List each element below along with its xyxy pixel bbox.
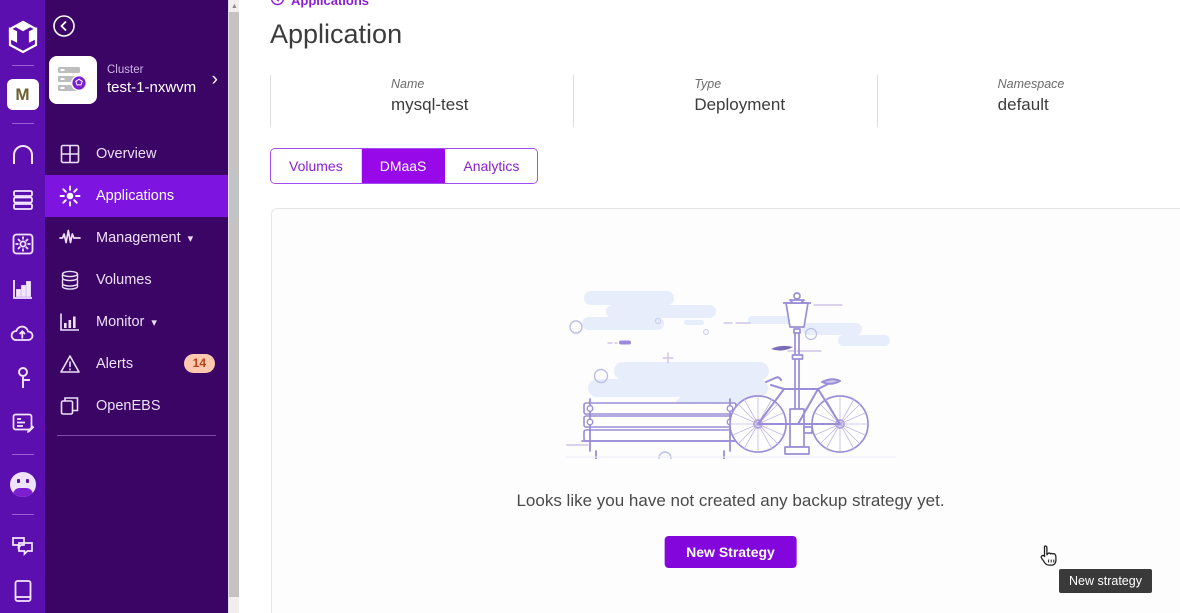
volumes-disk-icon xyxy=(57,267,83,293)
back-arrow-circle-icon[interactable] xyxy=(50,12,78,40)
cluster-server-icon xyxy=(49,56,97,104)
notes-edit-icon[interactable] xyxy=(7,407,39,438)
dmaas-panel: Looks like you have not created any back… xyxy=(271,208,1180,613)
monitor-chart-icon xyxy=(57,309,83,335)
info-key: Type xyxy=(694,77,722,91)
tab-bar: Volumes DMaaS Analytics xyxy=(270,148,539,184)
application-info-row: Name mysql-test Type Deployment Namespac… xyxy=(270,75,1180,127)
kubernetes-icon[interactable] xyxy=(7,229,39,260)
sidebar-item-management[interactable]: Management ▾ xyxy=(45,217,228,259)
chevron-right-icon[interactable]: › xyxy=(212,69,224,91)
grid-icon xyxy=(57,141,83,167)
tab-analytics[interactable]: Analytics xyxy=(445,149,538,183)
openebs-layers-icon xyxy=(57,393,83,419)
cube-logo-icon[interactable] xyxy=(6,18,40,56)
sidebar-item-label: Volumes xyxy=(96,272,152,288)
pulse-icon xyxy=(57,225,83,251)
sidebar-item-label: OpenEBS xyxy=(96,398,161,414)
breadcrumb[interactable]: Applications xyxy=(270,0,369,9)
cloud-upload-icon[interactable] xyxy=(7,318,39,349)
sidebar-item-overview[interactable]: Overview xyxy=(45,133,228,175)
icon-rail: M xyxy=(0,0,45,613)
main-content: Applications Application Name mysql-test… xyxy=(239,0,1180,613)
page-title: Application xyxy=(270,19,403,49)
sidebar-item-label: Management xyxy=(96,230,181,246)
sidebar-item-openebs[interactable]: OpenEBS xyxy=(45,385,228,427)
info-key: Namespace xyxy=(997,77,1065,91)
park-bench-bicycle-lamppost-illustration xyxy=(564,279,896,465)
user-avatar[interactable] xyxy=(9,471,36,497)
chat-icon[interactable] xyxy=(7,531,39,562)
cluster-selector[interactable]: Cluster test-1-nxwvm › xyxy=(49,52,224,108)
sidebar-scrollbar[interactable]: ▲ xyxy=(228,0,240,613)
sidebar-item-label: Alerts xyxy=(96,356,134,372)
cluster-label: Cluster xyxy=(107,64,144,76)
sidebar-item-alerts[interactable]: Alerts 14 xyxy=(45,343,228,385)
home-icon[interactable] xyxy=(7,140,39,171)
sidebar-item-monitor[interactable]: Monitor ▾ xyxy=(45,301,228,343)
sidebar-item-label: Applications xyxy=(96,188,175,204)
sidebar-nav: Cluster test-1-nxwvm › Overview Applicat… xyxy=(45,0,228,613)
info-value: Deployment xyxy=(694,95,786,114)
sidebar-item-label: Overview xyxy=(96,146,157,162)
storage-stack-icon[interactable] xyxy=(7,184,39,215)
info-cell-type: Type Deployment xyxy=(573,75,876,127)
info-cell-name: Name mysql-test xyxy=(270,75,573,127)
rail-divider xyxy=(11,513,34,515)
info-key: Name xyxy=(391,77,425,91)
rail-divider xyxy=(11,122,34,124)
book-icon[interactable] xyxy=(7,575,39,606)
app-root: M Cluster test-1-nxwvm › Overview Applic… xyxy=(0,0,1180,613)
empty-state-message: Looks like you have not created any back… xyxy=(516,491,945,510)
chevron-down-icon[interactable]: ▾ xyxy=(188,232,194,245)
breadcrumb-label[interactable]: Applications xyxy=(291,0,369,8)
sidebar-item-volumes[interactable]: Volumes xyxy=(45,259,228,301)
tab-dmaas[interactable]: DMaaS xyxy=(361,149,446,183)
sidebar-item-label: Monitor xyxy=(96,314,145,330)
cluster-meta: Cluster test-1-nxwvm xyxy=(107,63,212,97)
sidebar-item-list: Overview Applications Management ▾ Volum… xyxy=(45,133,228,436)
user-icon[interactable] xyxy=(7,363,39,394)
analytics-chart-icon[interactable] xyxy=(7,274,39,305)
rail-divider xyxy=(11,65,34,67)
back-circle-icon[interactable] xyxy=(270,0,285,9)
info-cell-namespace: Namespace default xyxy=(876,75,1180,127)
rail-divider xyxy=(11,454,34,455)
tooltip: New strategy xyxy=(1059,569,1152,593)
alerts-count-badge: 14 xyxy=(183,354,215,373)
cluster-name: test-1-nxwvm xyxy=(107,79,197,96)
info-value: mysql-test xyxy=(391,95,469,114)
sidebar-item-applications[interactable]: Applications xyxy=(45,175,228,217)
applications-star-icon xyxy=(57,183,83,209)
new-strategy-button[interactable]: New Strategy xyxy=(664,536,797,568)
alert-triangle-icon xyxy=(57,351,83,377)
tab-volumes[interactable]: Volumes xyxy=(271,149,362,183)
workspace-initial-badge[interactable]: M xyxy=(6,79,39,110)
sidebar-divider xyxy=(57,435,216,436)
chevron-down-icon[interactable]: ▾ xyxy=(151,316,157,329)
info-value: default xyxy=(997,95,1049,114)
